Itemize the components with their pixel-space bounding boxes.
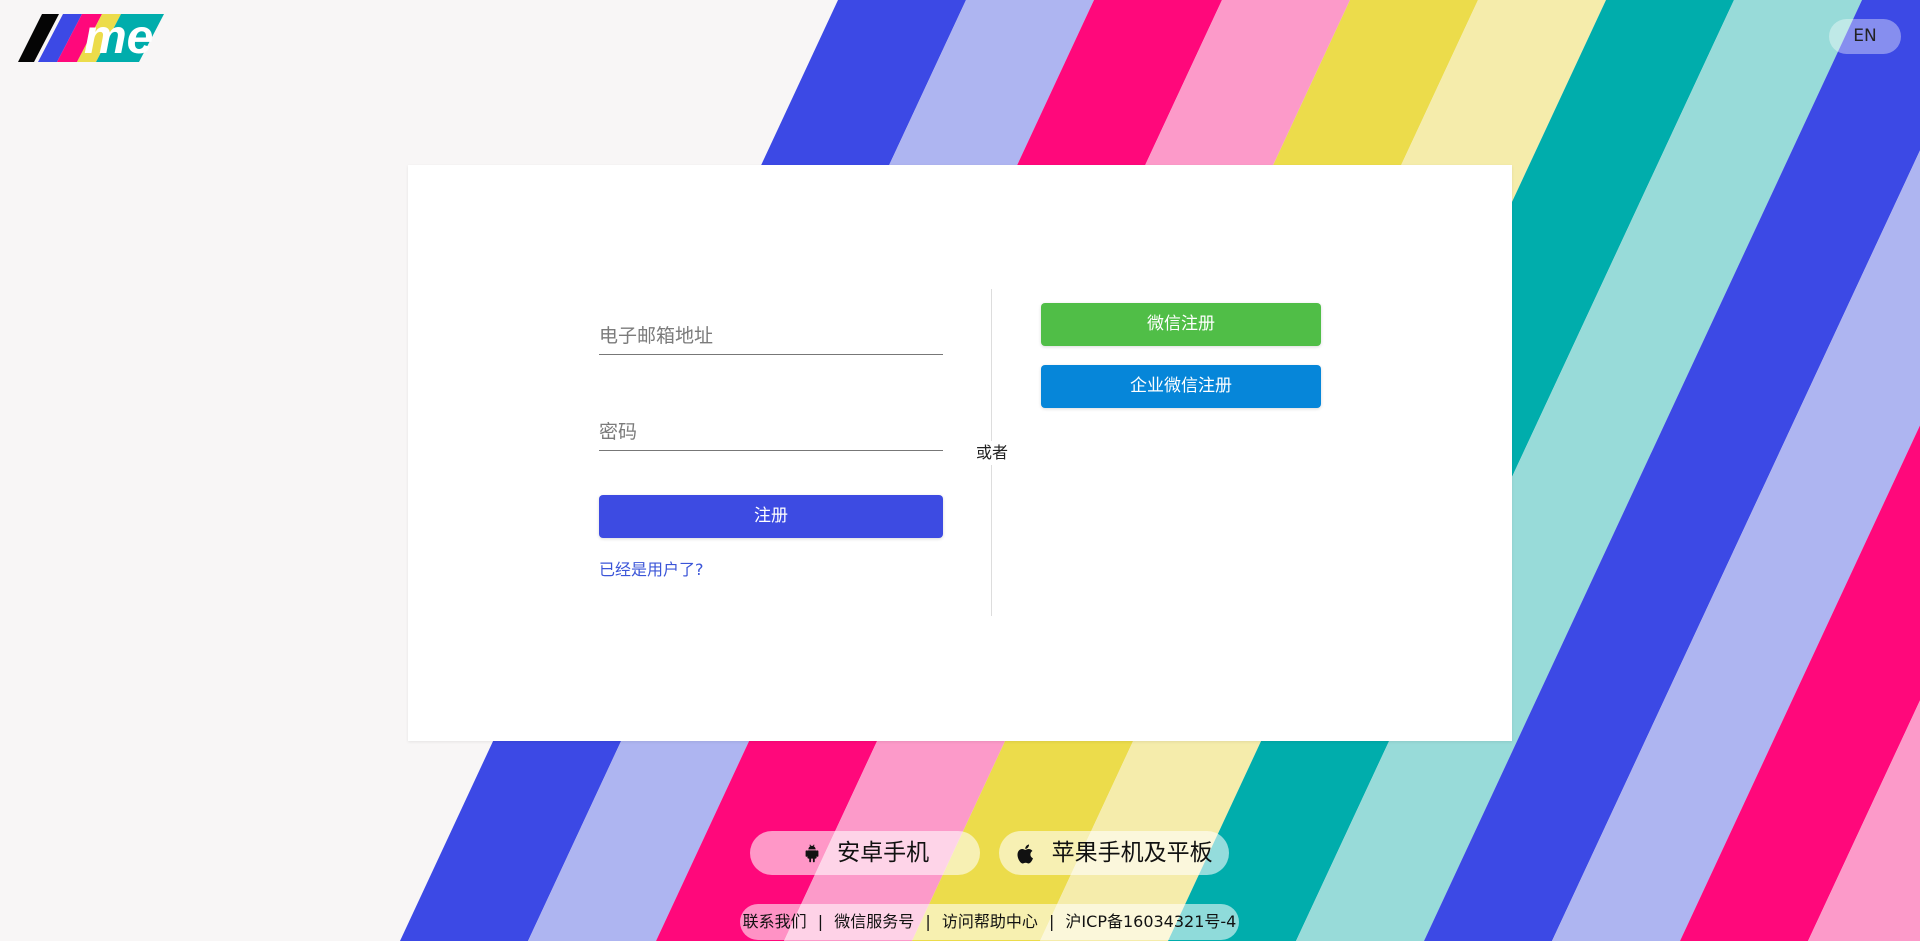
language-toggle-button[interactable]: EN: [1829, 19, 1901, 54]
footer-separator: |: [817, 912, 824, 931]
register-card: 电子邮箱地址 密码 注册 已经是用户了? 或者 微信注册 企业微信注册: [408, 165, 1512, 741]
help-center-link[interactable]: 访问帮助中心: [942, 912, 1038, 931]
wechat-register-button[interactable]: 微信注册: [1041, 303, 1321, 346]
footer-separator: |: [925, 912, 931, 931]
email-input[interactable]: 电子邮箱地址: [599, 317, 943, 355]
existing-user-link[interactable]: 已经是用户了?: [599, 558, 704, 582]
divider-or-text: 或者: [974, 441, 1010, 465]
me-logo[interactable]: me: [18, 14, 164, 62]
register-button[interactable]: 注册: [599, 495, 943, 538]
android-app-button[interactable]: 安卓手机: [750, 831, 980, 875]
contact-link[interactable]: 联系我们: [743, 912, 807, 931]
apple-icon: [1017, 844, 1034, 863]
icp-link[interactable]: 沪ICP备16034321号-4: [1065, 912, 1236, 931]
password-input[interactable]: 密码: [599, 413, 943, 451]
android-app-label: 安卓手机: [837, 840, 930, 866]
footer-separator: |: [1048, 912, 1055, 931]
android-icon-shape: [805, 844, 819, 862]
enterprise-wechat-register-button[interactable]: 企业微信注册: [1041, 365, 1321, 408]
android-icon: [805, 844, 819, 862]
logo-text: me: [84, 14, 153, 62]
footer-links: 联系我们 | 微信服务号 | 访问帮助中心 | 沪ICP备16034321号-4: [740, 904, 1239, 940]
login-page: me EN 电子邮箱地址 密码 注册 已经是用户了? 或者 微信注册 企业微信注…: [0, 0, 1920, 941]
apple-app-label: 苹果手机及平板: [1051, 840, 1213, 866]
apple-app-button[interactable]: 苹果手机及平板: [999, 831, 1229, 875]
apple-icon-shape: [1017, 844, 1034, 863]
wechat-service-link[interactable]: 微信服务号: [834, 912, 914, 931]
